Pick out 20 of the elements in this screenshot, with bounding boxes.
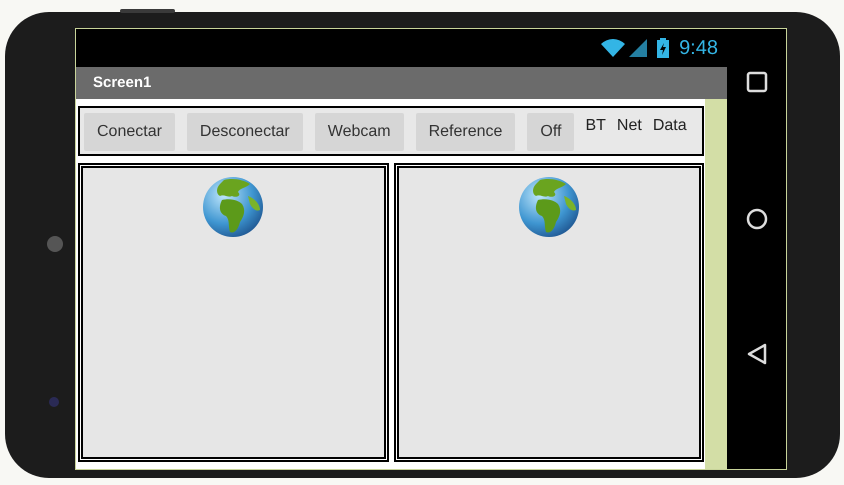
globe-icon (202, 176, 264, 238)
globe-icon (518, 176, 580, 238)
status-label: Data (652, 116, 687, 136)
battery-icon (657, 38, 670, 58)
wifi-icon (601, 39, 626, 57)
toolbar-button[interactable]: Conectar (84, 113, 175, 151)
toolbar-button[interactable]: Reference (416, 113, 516, 151)
recents-icon (746, 71, 768, 93)
signal-icon (629, 39, 648, 57)
front-camera (49, 397, 59, 407)
toolbar-button[interactable]: Off (527, 113, 574, 151)
toolbar-button[interactable]: Desconectar (186, 113, 303, 151)
back-icon (746, 343, 768, 365)
screen-title: Screen1 (93, 72, 152, 93)
status-time: 9:48 (679, 36, 718, 61)
toolbar-button[interactable]: Webcam (314, 113, 404, 151)
speaker-grille (47, 236, 63, 252)
home-icon (746, 208, 768, 230)
status-label: Net (616, 116, 642, 136)
status-label: BT (585, 116, 606, 136)
